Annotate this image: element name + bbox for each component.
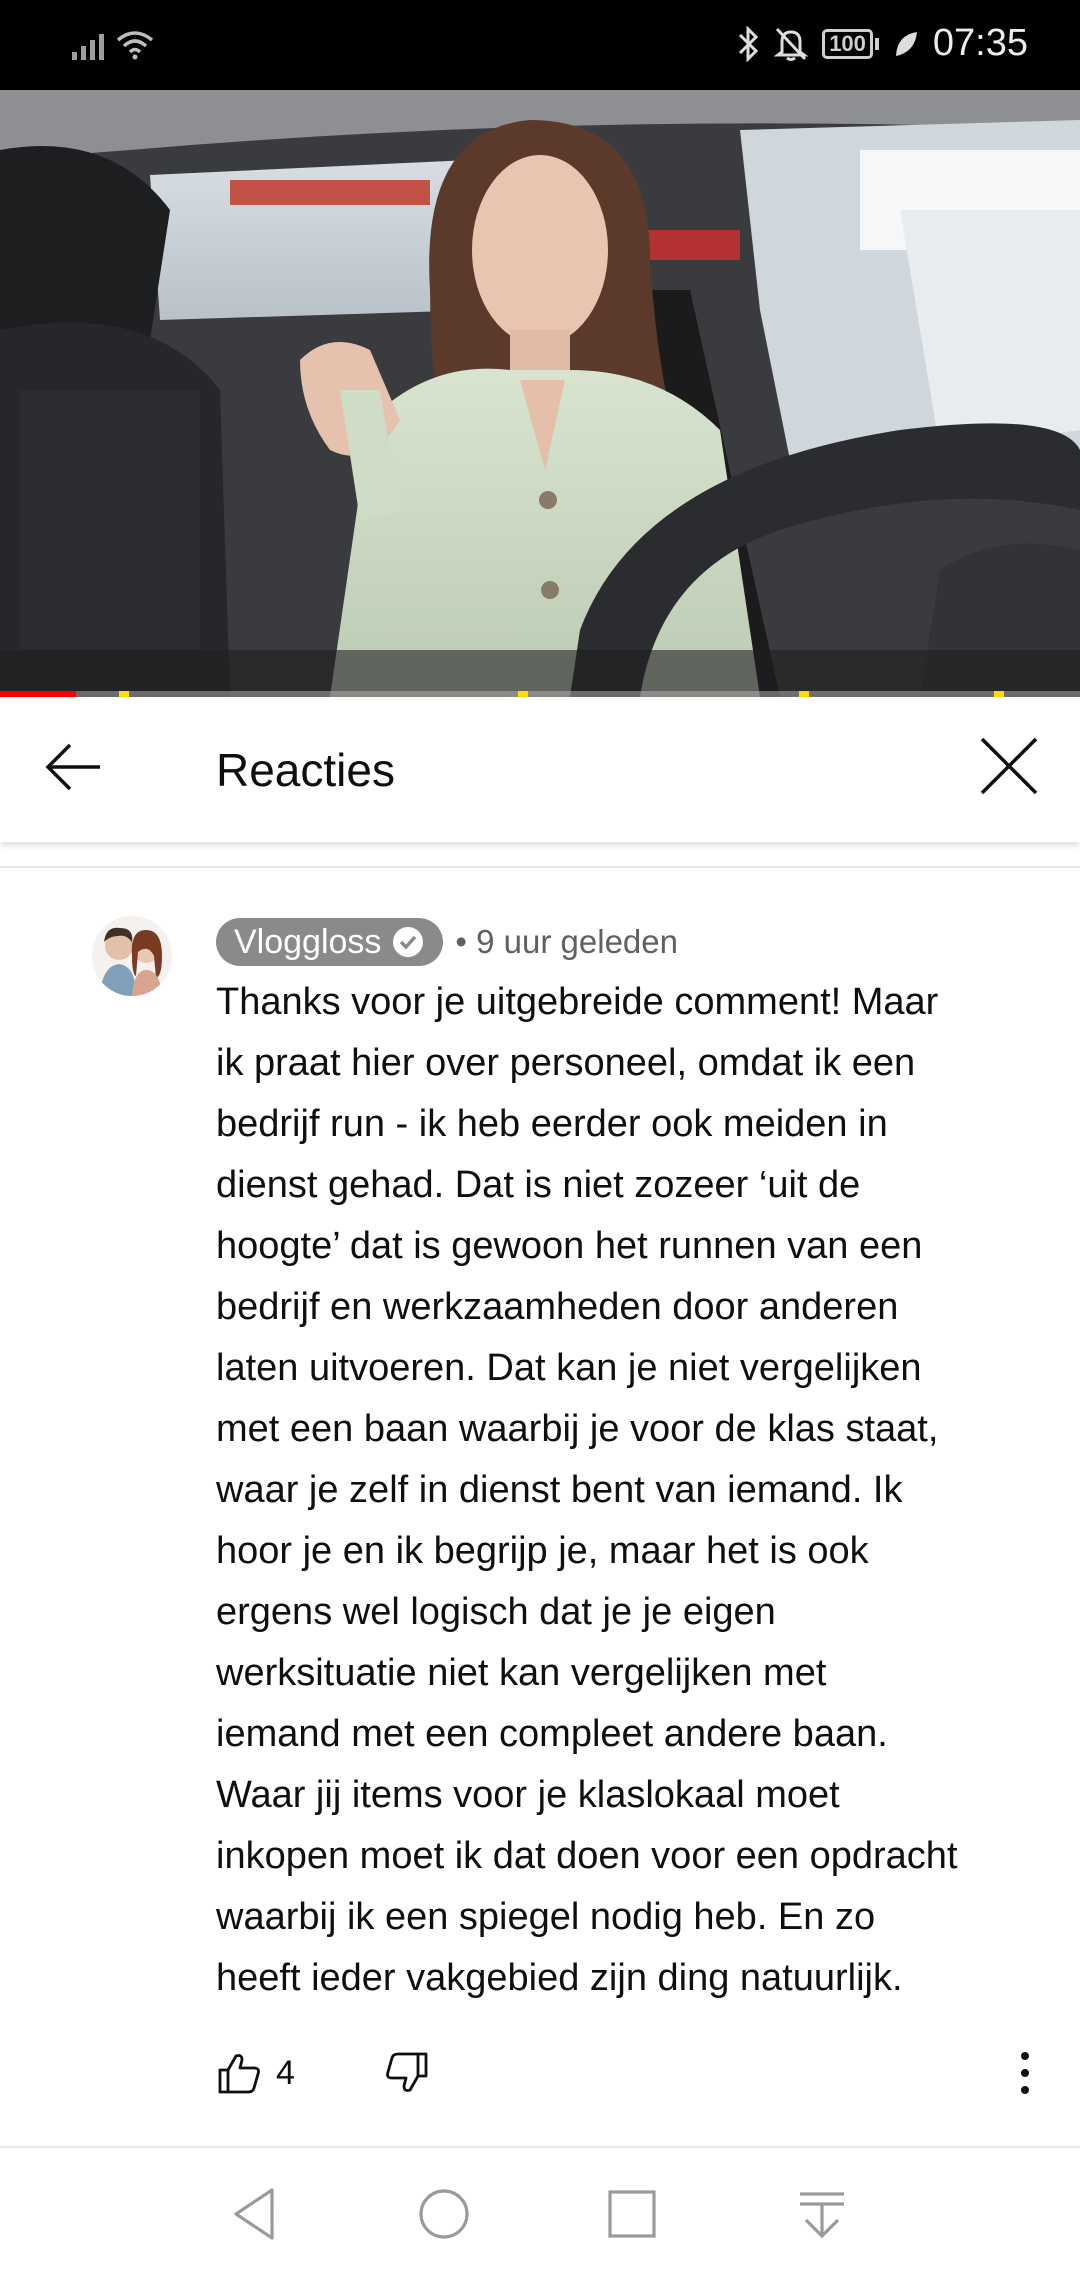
status-bar: 100 07:35 <box>0 0 1080 90</box>
back-triangle-icon <box>234 2188 274 2240</box>
comment-line: bedrijf en werkzaamheden door anderen <box>216 1286 899 1328</box>
status-left <box>72 28 154 60</box>
close-icon <box>980 737 1038 795</box>
comment-line: heeft ieder vakgebied zijn ding natuurli… <box>216 1957 903 1999</box>
battery-level: 100 <box>822 28 873 59</box>
comment-line: met een baan waarbij je voor de klas sta… <box>216 1408 939 1450</box>
comment-line: iemand met een compleet andere baan. <box>216 1713 888 1755</box>
comment-timestamp: • 9 uur geleden <box>455 923 678 960</box>
comment-line: hoogte’ dat is gewoon het runnen van een <box>216 1225 923 1267</box>
thumbs-down-icon <box>386 2052 428 2092</box>
divider <box>0 866 1080 868</box>
close-button[interactable] <box>974 731 1044 801</box>
arrow-left-icon <box>45 743 100 791</box>
comment-line: Waar jij items voor je klaslokaal moet <box>216 1774 840 1816</box>
comment-line: ergens wel logisch dat je je eigen <box>216 1591 776 1633</box>
home-circle-icon <box>419 2189 469 2239</box>
like-count: 4 <box>276 2054 295 2092</box>
author-name: Vloggloss <box>234 922 382 961</box>
comment-header: Vloggloss • 9 uur geleden <box>216 918 678 966</box>
notification-pull-icon <box>800 2192 844 2239</box>
mute-icon <box>774 27 809 61</box>
comment-line: waar je zelf in dienst bent van iemand. … <box>216 1469 903 1511</box>
recents-square-icon <box>608 2190 656 2238</box>
page-title: Reacties <box>216 744 395 796</box>
nav-notification-button[interactable] <box>792 2184 852 2244</box>
nav-recents-button[interactable] <box>602 2184 662 2244</box>
video-frame <box>0 90 1080 697</box>
leaf-icon <box>895 31 917 56</box>
signal-icon <box>72 28 104 60</box>
nav-back-button[interactable] <box>226 2184 286 2244</box>
wifi-icon <box>116 31 154 60</box>
author-chip[interactable]: Vloggloss <box>216 918 444 966</box>
comment-line: dienst gehad. Dat is niet zozeer ‘uit de <box>216 1164 861 1206</box>
comment-body: Thanks voor je uitgebreide comment! Maar… <box>216 972 1046 2009</box>
bluetooth-icon <box>739 25 759 62</box>
comment-line: Thanks voor je uitgebreide comment! Maar <box>216 981 939 1023</box>
video-player[interactable] <box>0 90 1080 697</box>
more-options-button[interactable] <box>1010 2050 1040 2096</box>
verified-check-icon <box>393 927 424 957</box>
thumbs-up-icon <box>218 2054 260 2094</box>
comment-line: inkopen moet ik dat doen voor een opdrac… <box>216 1835 958 1877</box>
comments-header: Reacties <box>0 697 1080 842</box>
comment-line: hoor je en ik begrijp je, maar het is oo… <box>216 1530 869 1572</box>
comment-line: laten uitvoeren. Dat kan je niet vergeli… <box>216 1347 922 1389</box>
avatar-image <box>92 916 172 996</box>
comment-line: ik praat hier over personeel, omdat ik e… <box>216 1042 916 1084</box>
system-nav-bar <box>0 2148 1080 2280</box>
battery-icon: 100 <box>822 28 879 59</box>
comment-line: bedrijf run - ik heb eerder ook meiden i… <box>216 1103 888 1145</box>
back-button[interactable] <box>40 732 110 802</box>
status-right: 100 07:35 <box>736 22 1028 65</box>
comment-line: werksituatie niet kan vergelijken met <box>216 1652 827 1694</box>
comment-line: waarbij ik een spiegel nodig heb. En zo <box>216 1896 876 1938</box>
avatar[interactable] <box>92 916 172 996</box>
status-time: 07:35 <box>932 22 1028 64</box>
dislike-button[interactable] <box>384 2050 430 2096</box>
like-button[interactable] <box>216 2050 262 2096</box>
more-vertical-icon <box>1021 2052 1029 2094</box>
nav-home-button[interactable] <box>414 2184 474 2244</box>
